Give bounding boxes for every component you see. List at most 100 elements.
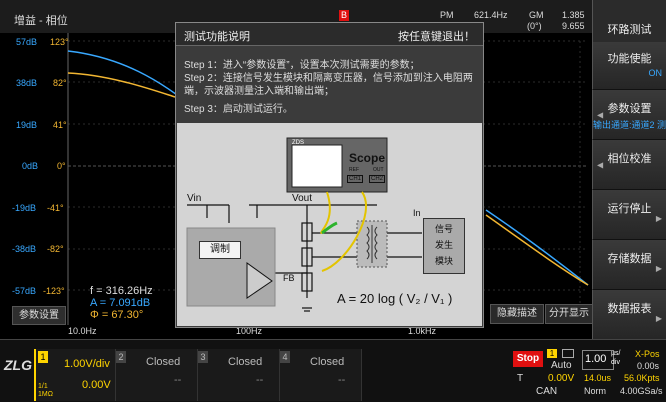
scope-label: Scope <box>349 151 386 165</box>
trigger-delay: 14.0us <box>584 373 612 383</box>
trigger-edge-icon <box>562 349 574 358</box>
param-settings-label: 参数设置 <box>607 103 652 115</box>
time-scale: 1.00 <box>585 353 607 365</box>
zlg-logo: ZLG <box>4 357 32 373</box>
scope-ref-label: REF <box>349 167 359 173</box>
connection-diagram: ZDS Scope REF OUT CH1 CH2 Vin Vout In 调制… <box>177 123 482 326</box>
phase-tick: 0° <box>57 161 66 171</box>
readout-value-top: 1.385 <box>562 10 585 20</box>
trigger-bus: CAN <box>536 386 558 397</box>
gain-formula: A = 20 log ( V₂ / V₁ ) <box>337 291 453 306</box>
generator-label-line: 模块 <box>434 256 453 266</box>
modulation-box: 调制 <box>199 241 241 259</box>
channel-2-panel[interactable]: 2 Closed -- <box>116 349 198 401</box>
chevron-left-icon: ◀ <box>597 160 604 169</box>
gm-label: GM <box>529 10 544 20</box>
vout-label: Vout <box>292 193 313 204</box>
channel-1-panel[interactable]: 1 1.00V/div 0.00V 1/1 1MΩ <box>34 349 116 401</box>
channel-1-impedance: 1MΩ <box>38 391 53 398</box>
cursor-gain: A = 7.091dB <box>90 297 151 309</box>
channel-2-dash: -- <box>174 374 182 386</box>
x-pos-value: 0.00s <box>637 361 660 371</box>
pm-label: PM <box>440 10 454 20</box>
data-report-button[interactable]: 数据报表 ▶ <box>592 290 666 340</box>
signal-generator-box: 信号 发生 模块 <box>423 218 465 274</box>
fb-label: FB <box>283 273 295 283</box>
channel-4-number: 4 <box>280 351 290 363</box>
scope-ch2-port: CH2 <box>369 175 386 183</box>
gain-tick: 19dB <box>16 120 38 130</box>
gain-tick: 57dB <box>16 37 38 47</box>
channel-2-number: 2 <box>116 351 126 363</box>
acquisition-mode: Norm <box>584 386 606 396</box>
channel-1-offset: 0.00V <box>82 379 111 391</box>
trigger-mode: Auto <box>551 360 572 371</box>
channel-1-number: 1 <box>38 351 48 363</box>
phase-calibration-label: 相位校准 <box>607 153 652 165</box>
scope-brand: ZDS <box>292 140 304 146</box>
hide-description-button[interactable]: 隐藏描述 <box>490 304 544 324</box>
in-label: In <box>413 208 421 218</box>
trigger-level: 0.00V <box>548 373 575 384</box>
phase-tick: -41° <box>47 203 64 213</box>
step-3-text: Step 3：启动测试运行。 <box>184 104 293 115</box>
trigger-type: T <box>517 373 524 384</box>
memory-depth: 56.0Kpts <box>624 373 660 383</box>
phase-tick: 82° <box>53 78 67 88</box>
param-settings-menu-button[interactable]: ◀ 参数设置 输出通道:通道2 测 <box>592 90 666 140</box>
generator-label-line: 信号 <box>434 224 453 234</box>
x-tick: 10.0Hz <box>68 326 97 336</box>
scope-ch1-port: CH1 <box>347 175 364 183</box>
gain-tick: -38dB <box>12 244 37 254</box>
dialog-title: 测试功能说明 <box>184 31 250 43</box>
channel-3-number: 3 <box>198 351 208 363</box>
param-settings-value: 输出通道:通道2 测 <box>593 120 666 130</box>
test-instructions-dialog[interactable]: 测试功能说明 按任意键退出！ Step 1：进入“参数设置”，设置本次测试需要的… <box>175 22 484 328</box>
side-menu-title: 环路测试 <box>592 0 666 42</box>
sample-rate: 4.00GSa/s <box>620 386 663 396</box>
phase-tick: 41° <box>53 120 67 130</box>
gm-phase: (0°) <box>527 21 542 31</box>
channel-3-panel[interactable]: 3 Closed -- <box>198 349 280 401</box>
function-enable-button[interactable]: 功能使能 ON <box>592 42 666 90</box>
cursor-frequency: f = 316.26Hz <box>90 285 153 297</box>
function-enable-value: ON <box>648 68 663 78</box>
time-unit-bottom: div <box>611 359 620 366</box>
gain-tick: 38dB <box>16 78 38 88</box>
gain-tick: 0dB <box>22 161 39 171</box>
split-display-button[interactable]: 分开显示 <box>545 304 593 324</box>
dialog-exit-hint[interactable]: 按任意键退出！ <box>398 28 475 44</box>
run-stop-button[interactable]: 运行停止 ▶ <box>592 190 666 240</box>
save-data-button[interactable]: 存储数据 ▶ <box>592 240 666 290</box>
generator-label-line: 发生 <box>434 240 453 250</box>
chevron-right-icon: ▶ <box>655 314 662 323</box>
pm-frequency: 621.4Hz <box>474 10 508 20</box>
scope-out-label: OUT <box>373 167 384 173</box>
chevron-right-icon: ▶ <box>655 264 662 273</box>
chevron-right-icon: ▶ <box>655 214 662 223</box>
channel-4-panel[interactable]: 4 Closed -- <box>280 349 362 401</box>
phase-tick: -123° <box>43 286 65 296</box>
gain-tick: -19dB <box>12 203 37 213</box>
phase-tick: 123° <box>50 37 69 47</box>
channel-1-coupling: 1/1 <box>38 383 48 390</box>
stop-status-badge[interactable]: Stop <box>513 351 543 367</box>
time-unit-top: µs/ <box>611 350 621 357</box>
marker-b-badge[interactable]: B <box>339 10 349 21</box>
vin-label: Vin <box>187 193 202 204</box>
readout-value-bottom: 9.655 <box>562 21 585 31</box>
channel-1-scale: 1.00V/div <box>64 358 110 370</box>
param-settings-button[interactable]: 参数设置 <box>12 306 66 325</box>
channel-2-status: Closed <box>146 356 181 368</box>
step-2-text: Step 2：连接信号发生模块和隔离变压器，信号添加到注入电阻两端，示波器测量注… <box>184 73 473 97</box>
step-1-text: Step 1：进入“参数设置”，设置本次测试需要的参数； <box>184 60 420 71</box>
channel-4-status: Closed <box>310 356 345 368</box>
gain-tick: -57dB <box>12 286 37 296</box>
channel-3-status: Closed <box>228 356 263 368</box>
phase-calibration-button[interactable]: ◀ 相位校准 <box>592 140 666 190</box>
cursor-phase: Φ = 67.30° <box>90 309 144 321</box>
chevron-left-icon: ◀ <box>597 110 604 119</box>
x-pos-label: X-Pos <box>635 349 660 359</box>
phase-tick: -82° <box>47 244 64 254</box>
trigger-source: 1 <box>547 349 557 358</box>
